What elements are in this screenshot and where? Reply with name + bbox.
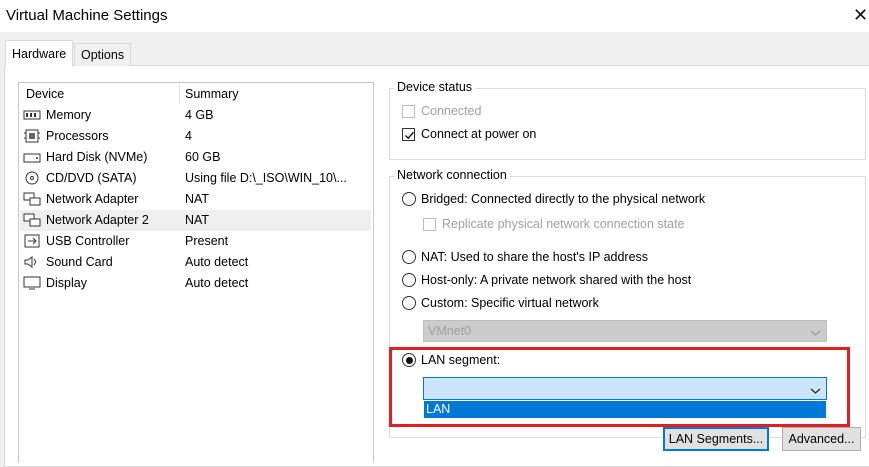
device-status-group [389, 88, 866, 160]
tab-hardware[interactable]: Hardware [5, 40, 74, 66]
device-row-network-adapter[interactable]: Network Adapter NAT [20, 189, 371, 210]
connect-at-power-on-label: Connect at power on [421, 127, 537, 141]
device-column-header[interactable]: Device [26, 87, 64, 101]
device-summary: 4 [185, 129, 192, 143]
checkmark-icon [405, 131, 415, 140]
replicate-state-checkbox[interactable] [423, 218, 436, 231]
tab-options[interactable]: Options [74, 43, 132, 66]
device-summary: Auto detect [185, 276, 249, 290]
device-summary: 4 GB [185, 108, 214, 122]
processor-icon [23, 129, 41, 143]
device-summary: Using file D:\_ISO\WIN_10\... [185, 171, 347, 185]
network-adapter-icon [23, 213, 41, 227]
device-name: Display [46, 276, 87, 290]
device-name: Memory [46, 108, 92, 122]
hard-disk-icon [23, 150, 41, 164]
device-name: Hard Disk (NVMe) [46, 150, 148, 164]
window-title: Virtual Machine Settings [6, 7, 168, 24]
device-name: Network Adapter 2 [46, 213, 149, 227]
device-row-processors[interactable]: Processors 4 [20, 126, 371, 147]
nat-radio[interactable] [402, 250, 416, 264]
connect-at-power-on-checkbox[interactable] [402, 128, 415, 141]
device-row-cd-dvd[interactable]: CD/DVD (SATA) Using file D:\_ISO\WIN_10\… [20, 168, 371, 189]
device-row-memory[interactable]: Memory 4 GB [20, 105, 371, 126]
vmnet-select[interactable]: VMnet0 [423, 320, 827, 342]
device-name: CD/DVD (SATA) [46, 171, 137, 185]
network-adapter-icon [23, 192, 41, 206]
replicate-state-label: Replicate physical network connection st… [442, 217, 685, 231]
connected-checkbox[interactable] [402, 105, 415, 118]
monitor-icon [23, 276, 41, 290]
device-name: Sound Card [46, 255, 113, 269]
host-only-label: Host-only: A private network shared with… [421, 273, 692, 287]
device-name: Network Adapter [46, 192, 139, 206]
device-row-sound-card[interactable]: Sound Card Auto detect [20, 252, 371, 273]
device-summary: NAT [185, 213, 210, 227]
chevron-down-icon [810, 326, 821, 340]
memory-icon [23, 108, 41, 122]
cd-dvd-icon [23, 171, 41, 185]
bridged-radio[interactable] [402, 192, 416, 206]
device-summary: NAT [185, 192, 210, 206]
column-divider[interactable] [179, 84, 180, 104]
close-icon[interactable]: ✕ [852, 4, 869, 26]
device-summary: Present [185, 234, 229, 248]
summary-column-header[interactable]: Summary [185, 87, 238, 101]
device-name: USB Controller [46, 234, 130, 248]
vmnet-select-value: VMnet0 [428, 324, 472, 338]
usb-icon [23, 234, 41, 248]
device-status-title: Device status [394, 80, 476, 94]
device-row-hard-disk[interactable]: Hard Disk (NVMe) 60 GB [20, 147, 371, 168]
device-name: Processors [46, 129, 109, 143]
host-only-radio[interactable] [402, 273, 416, 287]
custom-radio[interactable] [402, 296, 416, 310]
advanced-button[interactable]: Advanced... [782, 427, 861, 451]
speaker-icon [23, 255, 41, 269]
annotation-highlight-box [389, 347, 850, 427]
device-row-usb-controller[interactable]: USB Controller Present [20, 231, 371, 252]
network-connection-title: Network connection [394, 168, 510, 182]
connected-label: Connected [421, 104, 482, 118]
bridged-label: Bridged: Connected directly to the physi… [421, 192, 706, 206]
device-summary: 60 GB [185, 150, 221, 164]
lan-segments-button[interactable]: LAN Segments... [663, 427, 769, 451]
device-row-display[interactable]: Display Auto detect [20, 273, 371, 294]
device-summary: Auto detect [185, 255, 249, 269]
device-row-network-adapter-2[interactable]: Network Adapter 2 NAT [20, 210, 371, 231]
custom-label: Custom: Specific virtual network [421, 296, 599, 310]
nat-label: NAT: Used to share the host's IP address [421, 250, 649, 264]
